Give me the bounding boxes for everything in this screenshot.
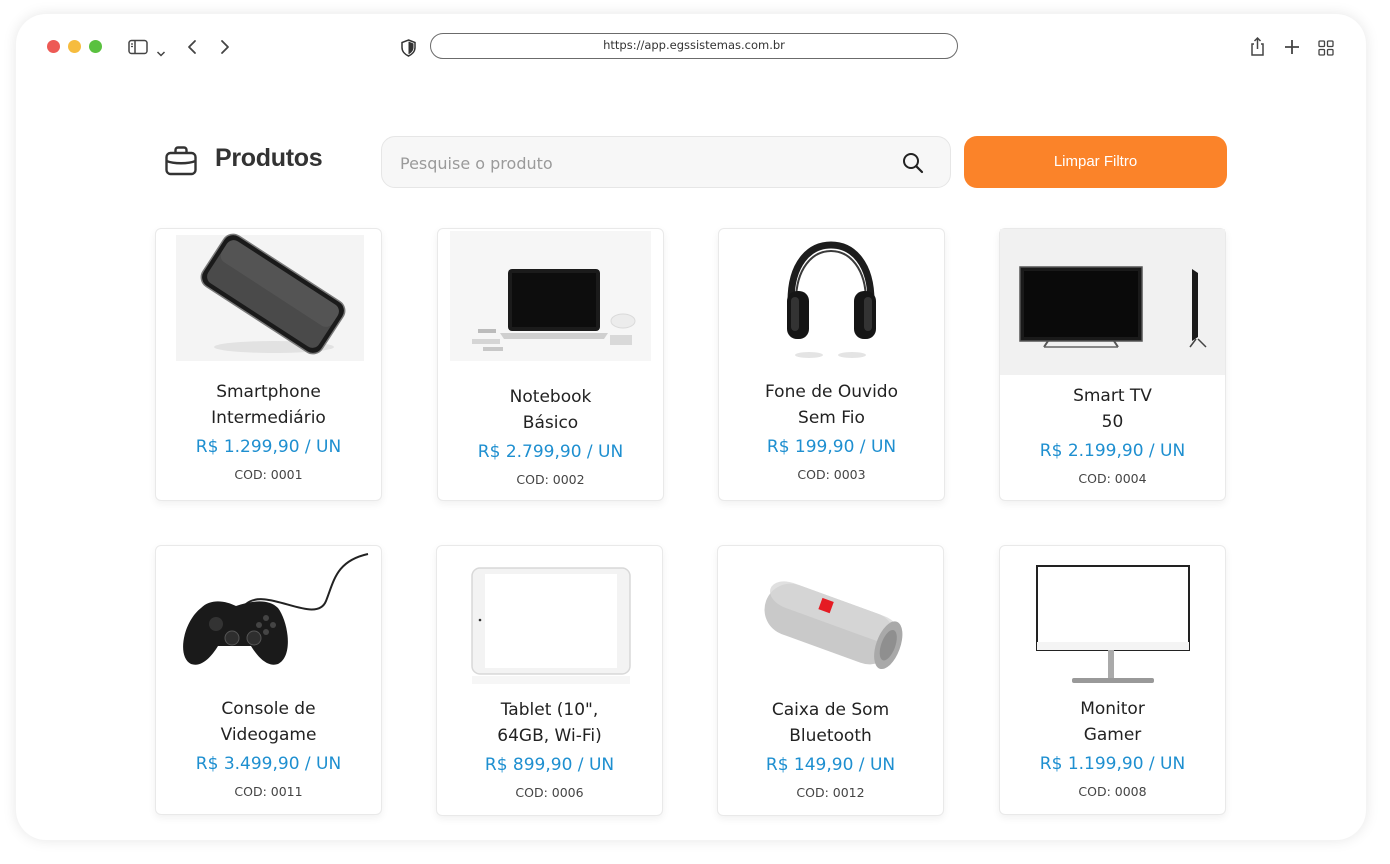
search-box	[381, 136, 951, 189]
product-name: Caixa de Som Bluetooth	[771, 700, 890, 746]
briefcase-icon	[164, 144, 198, 182]
tablet-image	[437, 546, 662, 690]
product-code: COD: 0002	[516, 472, 585, 487]
product-name: Console de Videogame	[220, 699, 317, 745]
product-code: COD: 0008	[1078, 784, 1147, 799]
share-icon[interactable]	[1249, 36, 1266, 61]
notebook-image	[438, 229, 663, 368]
product-price: R$ 3.499,90 / UN	[195, 754, 342, 774]
product-name: Tablet (10", 64GB, Wi-Fi)	[497, 700, 602, 746]
product-card[interactable]: Notebook Básico R$ 2.799,90 / UN COD: 000…	[437, 228, 664, 501]
search-input[interactable]	[398, 137, 882, 189]
product-price: R$ 199,90 / UN	[766, 437, 897, 457]
back-icon[interactable]	[186, 39, 198, 59]
shield-icon[interactable]	[400, 39, 417, 61]
monitor-image	[1000, 546, 1225, 690]
browser-toolbar: https://app.egssistemas.com.br	[16, 14, 1366, 84]
clear-filter-button[interactable]: Limpar Filtro	[964, 136, 1227, 188]
minimize-window-button[interactable]	[68, 40, 81, 53]
product-name: Smart TV 50	[1073, 386, 1152, 432]
smartphone-image	[156, 229, 381, 368]
product-code: COD: 0006	[515, 785, 584, 800]
close-window-button[interactable]	[47, 40, 60, 53]
product-card[interactable]: Monitor Gamer R$ 1.199,90 / UN COD: 0008	[999, 545, 1226, 815]
product-name: Monitor Gamer	[1080, 699, 1145, 745]
product-price: R$ 149,90 / UN	[765, 755, 896, 775]
product-code: COD: 0001	[234, 467, 303, 482]
product-code: COD: 0003	[797, 467, 866, 482]
product-code: COD: 0011	[234, 784, 303, 799]
headphones-image	[719, 229, 944, 368]
page-title: Produtos	[215, 144, 323, 172]
product-price: R$ 1.199,90 / UN	[1039, 754, 1186, 774]
gamepad-image	[156, 546, 381, 685]
product-card[interactable]: Fone de Ouvido Sem Fio R$ 199,90 / UN COD…	[718, 228, 945, 501]
product-price: R$ 2.799,90 / UN	[477, 442, 624, 462]
tab-overview-icon[interactable]	[1318, 40, 1334, 60]
product-name: Fone de Ouvido Sem Fio	[765, 382, 898, 428]
browser-window: https://app.egssistemas.com.br Produtos …	[16, 14, 1366, 840]
address-bar[interactable]: https://app.egssistemas.com.br	[430, 33, 958, 59]
search-icon[interactable]	[902, 152, 924, 178]
smart-tv-image	[1000, 229, 1225, 379]
product-name: Smartphone Intermediário	[211, 382, 326, 428]
chevron-down-icon[interactable]	[156, 43, 166, 62]
product-price: R$ 2.199,90 / UN	[1039, 441, 1186, 461]
product-card[interactable]: Console de Videogame R$ 3.499,90 / UN COD…	[155, 545, 382, 815]
product-code: COD: 0004	[1078, 471, 1147, 486]
product-price: R$ 1.299,90 / UN	[195, 437, 342, 457]
speaker-image	[718, 546, 943, 690]
maximize-window-button[interactable]	[89, 40, 102, 53]
new-tab-icon[interactable]	[1283, 38, 1301, 60]
product-card[interactable]: Tablet (10", 64GB, Wi-Fi) R$ 899,90 / UN …	[436, 545, 663, 816]
product-card[interactable]: Smartphone Intermediário R$ 1.299,90 / UN…	[155, 228, 382, 501]
product-card[interactable]: Smart TV 50 R$ 2.199,90 / UN COD: 0004	[999, 228, 1226, 501]
product-code: COD: 0012	[796, 785, 865, 800]
product-card[interactable]: Caixa de Som Bluetooth R$ 149,90 / UN COD…	[717, 545, 944, 816]
product-price: R$ 899,90 / UN	[484, 755, 615, 775]
forward-icon[interactable]	[219, 39, 231, 59]
sidebar-icon[interactable]	[128, 39, 148, 59]
product-name: Notebook Básico	[509, 387, 592, 433]
